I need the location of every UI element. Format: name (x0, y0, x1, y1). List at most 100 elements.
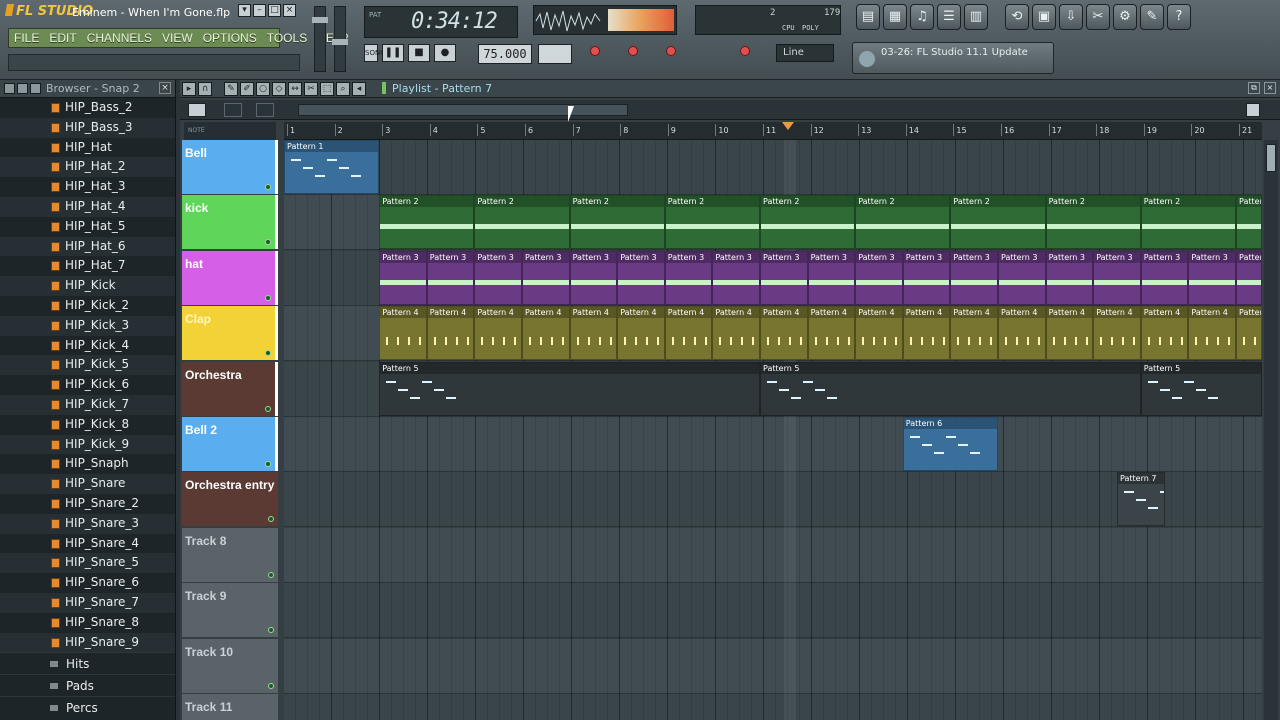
browser-item[interactable]: HIP_Kick (0, 276, 175, 296)
track-mute-led[interactable] (268, 516, 274, 523)
playback-tool-icon[interactable]: ◂ (352, 82, 366, 96)
pattern-clip[interactable]: Pattern 2 (1236, 195, 1263, 250)
track-header[interactable]: Clap (182, 306, 278, 361)
track-mute-led[interactable] (265, 461, 271, 467)
note-icon[interactable] (256, 103, 274, 117)
playlist-title[interactable]: Playlist - Pattern 7 (382, 82, 492, 95)
pattern-clip[interactable]: Pattern 3 (1093, 250, 1141, 305)
pattern-clip[interactable]: Pattern 4 (998, 306, 1046, 361)
browser-item[interactable]: HIP_Kick_5 (0, 355, 175, 376)
pattern-clip[interactable]: Pattern 3 (569, 250, 618, 305)
snap-mode-selector[interactable]: Line (776, 44, 834, 62)
pattern-selector[interactable] (538, 44, 572, 64)
track-lane[interactable] (284, 583, 1262, 639)
record-option-icon[interactable] (590, 46, 600, 56)
paint-tool-icon[interactable]: ✐ (240, 82, 254, 96)
browser-item[interactable]: HIP_Snare_4 (0, 534, 175, 554)
pattern-clip[interactable]: Pattern 2 (950, 195, 1046, 250)
playlist-icon[interactable]: ▤ (856, 4, 880, 30)
track-lane[interactable] (284, 417, 1262, 472)
browser-folder[interactable]: Pads (0, 674, 175, 696)
pattern-clip[interactable]: Pattern 3 (664, 250, 713, 305)
stop-button[interactable]: ■ (408, 44, 430, 62)
tools-icon[interactable]: ✂ (1086, 4, 1110, 30)
menu-options[interactable]: OPTIONS (198, 29, 262, 47)
browser-back-icon[interactable] (17, 83, 28, 94)
track-mute-led[interactable] (265, 405, 271, 412)
menu-file[interactable]: FILE (9, 29, 44, 47)
playlist-menu-icon[interactable]: ▸ (182, 82, 196, 96)
dropdown-icon[interactable]: ▾ (238, 4, 251, 17)
browser-item[interactable]: HIP_Hat_2 (0, 157, 175, 178)
pattern-clip[interactable]: Pattern 4 (1236, 306, 1263, 361)
track-header[interactable]: Bell 2 (182, 417, 278, 471)
browser-item[interactable]: HIP_Hat_4 (0, 196, 175, 217)
settings-icon[interactable]: ⚙ (1113, 4, 1137, 30)
browser-forward-icon[interactable] (30, 83, 41, 94)
browser-item[interactable]: HIP_Bass_3 (0, 117, 175, 138)
pattern-clip[interactable]: Pattern 4 (1045, 306, 1094, 361)
browser-item[interactable]: HIP_Kick_4 (0, 336, 175, 356)
pattern-clip[interactable]: Pattern 3 (902, 250, 951, 305)
pattern-clip[interactable]: Pattern 2 (1140, 195, 1236, 250)
pattern-clip[interactable]: Pattern 3 (379, 250, 427, 305)
track-lane[interactable] (284, 527, 1262, 583)
news-panel[interactable]: 03-26: FL Studio 11.1 Update (852, 42, 1054, 74)
browser-item[interactable]: HIP_Snare_5 (0, 553, 175, 574)
song-mode-label[interactable]: SONG (364, 44, 386, 62)
pattern-clip[interactable]: Pattern 5 (379, 361, 760, 416)
pattern-clip[interactable]: Pattern 4 (855, 306, 903, 361)
browser-item[interactable]: HIP_Kick_2 (0, 296, 175, 316)
playlist-close-icon[interactable]: × (1264, 82, 1276, 94)
browser-item[interactable]: HIP_Kick_9 (0, 434, 175, 455)
master-volume-slider[interactable] (312, 6, 328, 72)
track-lane[interactable] (284, 694, 1262, 720)
browser-item[interactable]: HIP_Snaph (0, 454, 175, 474)
pattern-clip[interactable]: Pattern 3 (1188, 250, 1236, 305)
pattern-clip[interactable]: Pattern 4 (902, 306, 951, 361)
track-mute-led[interactable] (268, 682, 274, 689)
track-header[interactable]: Orchestra entry (182, 472, 278, 527)
track-lane[interactable] (284, 140, 1262, 195)
track-lane[interactable] (284, 638, 1262, 694)
horizontal-scrollbar[interactable] (298, 104, 628, 116)
browser-item[interactable]: HIP_Hat (0, 138, 175, 158)
pattern-clip[interactable]: Pattern 4 (950, 306, 998, 361)
menu-edit[interactable]: EDIT (44, 29, 81, 47)
pattern-clip[interactable]: Pattern 2 (664, 195, 760, 250)
pattern-clip[interactable]: Pattern 3 (426, 250, 475, 305)
track-mute-led[interactable] (265, 350, 271, 357)
track-mute-led[interactable] (265, 239, 271, 246)
browser-close-icon[interactable]: × (159, 82, 171, 94)
pattern-clip[interactable]: Pattern 3 (1140, 250, 1189, 305)
pattern-clip[interactable]: Pattern 3 (1045, 250, 1094, 305)
pattern-clip[interactable]: Pattern 4 (474, 306, 522, 361)
pattern-clip[interactable]: Pattern 4 (569, 306, 618, 361)
pattern-clip[interactable]: Pattern 4 (760, 306, 808, 361)
pattern-clip[interactable]: Pattern 3 (760, 250, 808, 305)
slip-tool-icon[interactable]: ↔ (288, 82, 302, 96)
pattern-clip[interactable]: Pattern 1 (284, 140, 380, 194)
track-header[interactable]: Track 10 (182, 638, 278, 693)
pattern-clip[interactable]: Pattern 2 (855, 195, 951, 250)
pause-button[interactable]: ❚❚ (382, 44, 404, 62)
notes-icon[interactable]: ✎ (1140, 4, 1164, 30)
pattern-clip[interactable]: Pattern 3 (950, 250, 998, 305)
browser-item[interactable]: HIP_Kick_6 (0, 375, 175, 395)
browser-item[interactable]: HIP_Kick_7 (0, 394, 175, 415)
browser-item[interactable]: HIP_Hat_6 (0, 236, 175, 257)
delete-tool-icon[interactable]: ○ (256, 82, 270, 96)
browser-icon[interactable]: ☰ (937, 4, 961, 30)
pattern-clip[interactable]: Pattern 2 (474, 195, 570, 250)
master-pitch-slider[interactable] (332, 6, 348, 72)
pattern-clip[interactable]: Pattern 4 (522, 306, 570, 361)
browser-item[interactable]: HIP_Snare (0, 474, 175, 494)
track-header[interactable]: Track 9 (182, 583, 278, 638)
tempo-display[interactable]: 75.000 (478, 44, 532, 64)
close-icon[interactable]: × (283, 4, 296, 17)
browser-item[interactable]: HIP_Snare_6 (0, 573, 175, 593)
browser-item[interactable]: HIP_Snare_9 (0, 632, 175, 653)
vertical-scroll-thumb[interactable] (1266, 144, 1276, 172)
browser-item[interactable]: HIP_Kick_3 (0, 315, 175, 336)
track-header[interactable]: kick (182, 195, 278, 250)
